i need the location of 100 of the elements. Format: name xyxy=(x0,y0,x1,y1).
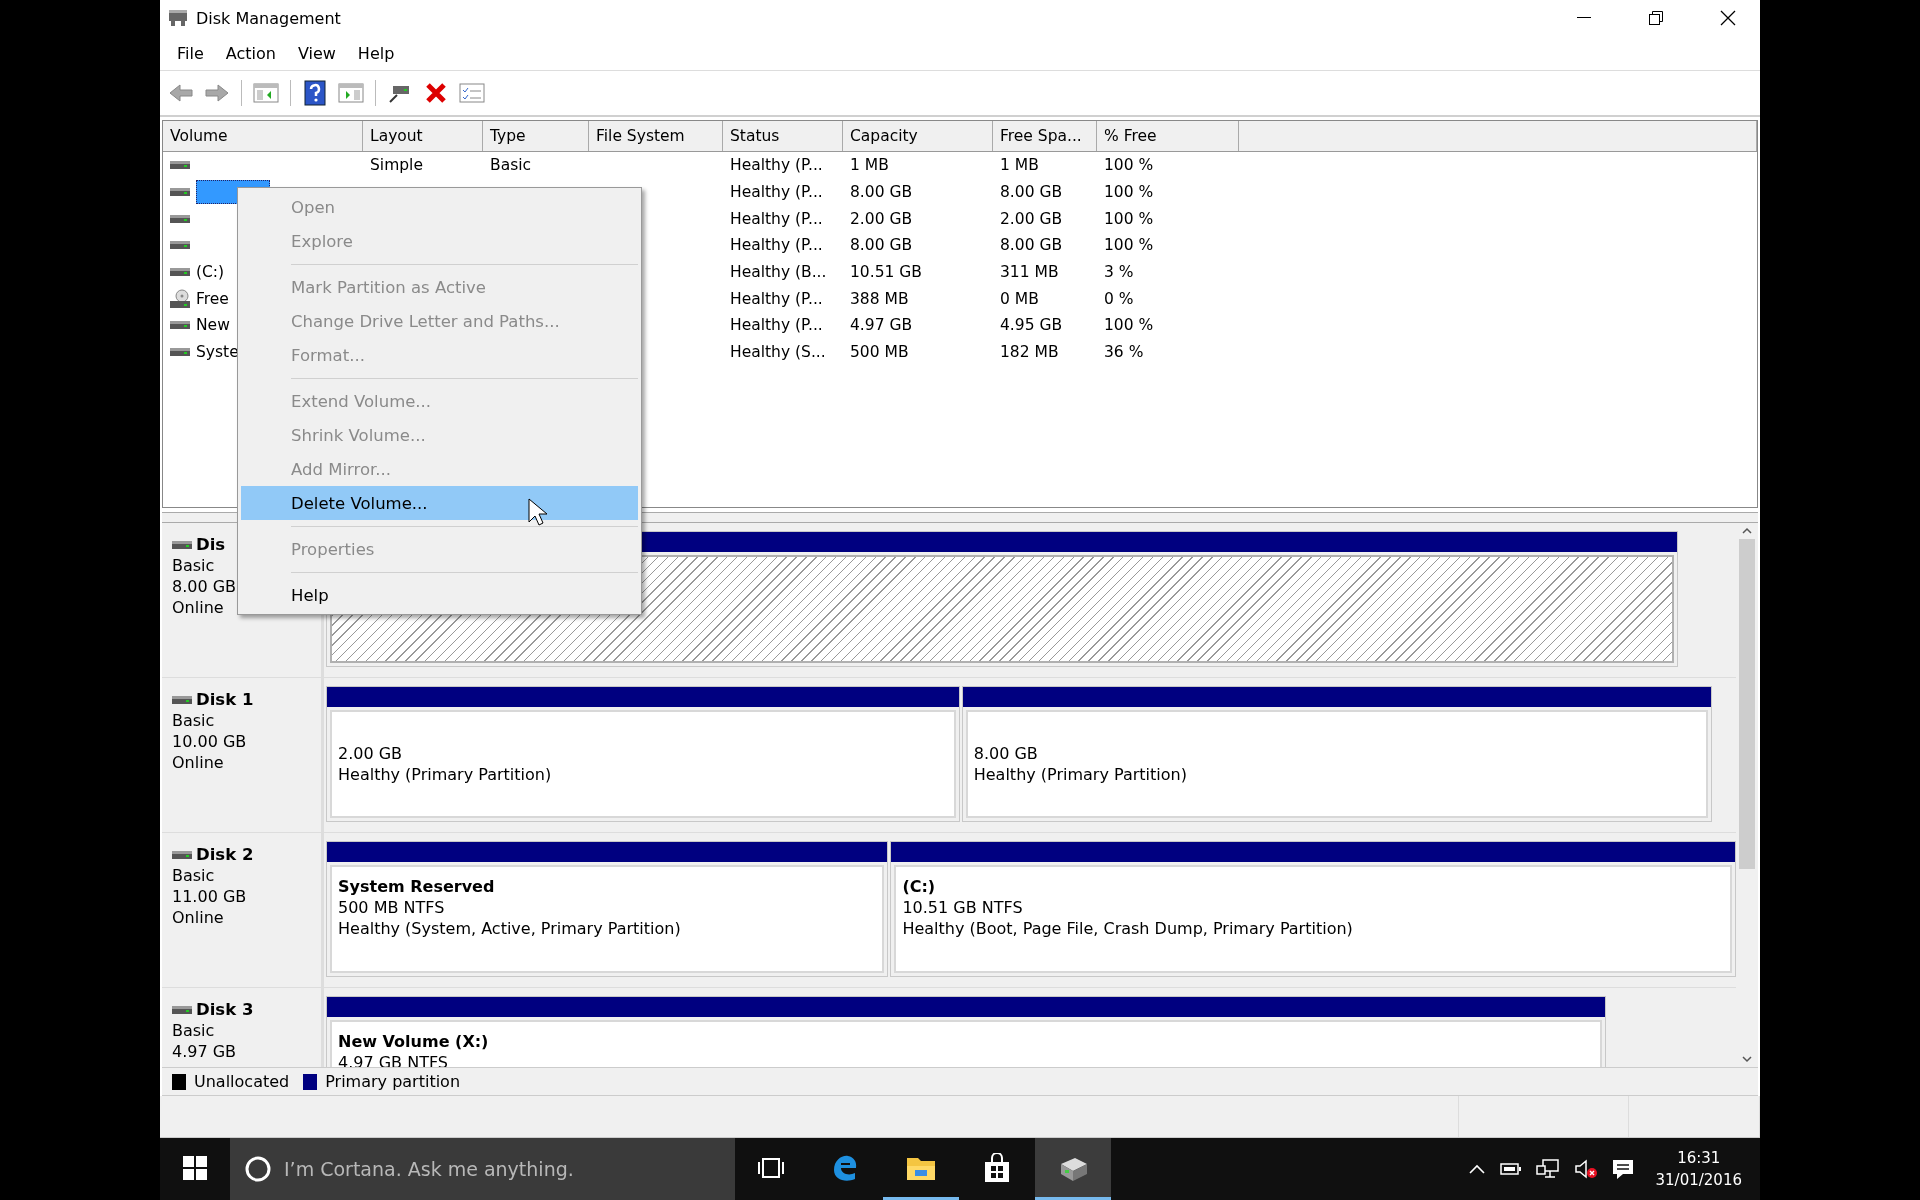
partition-size: 10.51 GB NTFS xyxy=(902,898,1024,917)
table-cell: Healthy (P... xyxy=(730,316,823,335)
table-cell: 100 % xyxy=(1104,183,1154,202)
menu-item[interactable]: View xyxy=(286,43,347,63)
search-field[interactable]: I’m Cortana. Ask me anything. xyxy=(230,1138,735,1200)
disk-status: Online xyxy=(172,598,224,617)
column-header[interactable]: Layout xyxy=(363,121,483,151)
drive-icon xyxy=(170,160,190,171)
console-tree-icon[interactable] xyxy=(253,82,279,104)
shopping-bag-icon[interactable] xyxy=(983,1152,1011,1183)
table-cell: 500 MB xyxy=(850,343,909,362)
menu-item[interactable]: Help xyxy=(238,578,641,612)
delete-icon[interactable] xyxy=(425,82,447,104)
chevron-up-icon[interactable] xyxy=(1467,1163,1486,1175)
table-cell: Basic xyxy=(490,156,532,175)
disk-size: 10.00 GB xyxy=(172,732,247,751)
partition-status: Healthy (Primary Partition) xyxy=(338,765,553,784)
table-cell: Healthy (B... xyxy=(730,263,827,282)
table-cell: Healthy (P... xyxy=(730,183,823,202)
task-view-icon[interactable] xyxy=(758,1156,784,1179)
table-cell: 3 % xyxy=(1104,263,1134,282)
partition[interactable]: 8.00 GB Healthy (Primary Partition) xyxy=(961,686,1712,822)
window-title: Disk Management xyxy=(196,8,342,28)
table-cell: 8.00 GB xyxy=(1000,236,1063,255)
column-header[interactable]: Free Spa... xyxy=(993,121,1097,151)
partition-label: (C:) xyxy=(902,877,937,896)
help-icon[interactable] xyxy=(304,80,326,106)
partition-status: Healthy (Boot, Page File, Crash Dump, Primary Partition) xyxy=(902,919,1354,938)
table-cell: Healthy (P... xyxy=(730,289,823,308)
partition[interactable]: 2.00 GB Healthy (Primary Partition) xyxy=(326,686,960,822)
table-cell: 100 % xyxy=(1104,209,1154,228)
disk-status: Online xyxy=(172,908,224,927)
menu-item[interactable]: Help xyxy=(346,43,406,63)
minimize-icon xyxy=(1577,17,1591,19)
drive-icon xyxy=(172,694,192,705)
table-cell: 4.95 GB xyxy=(1000,316,1063,335)
table-cell: Healthy (S... xyxy=(730,343,826,362)
menu-item[interactable]: File xyxy=(166,43,215,63)
table-cell: 4.97 GB xyxy=(850,316,913,335)
table-cell: Healthy (P... xyxy=(730,209,823,228)
partition[interactable]: System Reserved 500 MB NTFS Healthy (System, Active, Primary Partition) xyxy=(326,841,889,977)
close-icon xyxy=(1720,10,1736,26)
column-header[interactable]: Capacity xyxy=(843,121,993,151)
disk-size: 4.97 GB xyxy=(172,1042,237,1061)
menu-item[interactable]: Action xyxy=(214,43,287,63)
properties-icon[interactable] xyxy=(459,82,485,104)
disk-name: Disk 1 xyxy=(196,690,254,709)
table-cell: 8.00 GB xyxy=(850,236,913,255)
disk-type: Basic xyxy=(172,556,215,575)
table-cell: 1 MB xyxy=(850,156,889,175)
column-header[interactable]: Status xyxy=(723,121,843,151)
table-cell: 8.00 GB xyxy=(1000,183,1063,202)
table-cell: 100 % xyxy=(1104,316,1154,335)
table-cell: 100 % xyxy=(1104,156,1154,175)
drive-icon xyxy=(172,849,192,860)
table-cell: New xyxy=(196,316,230,335)
column-header[interactable]: File System xyxy=(589,121,723,151)
clock[interactable]: 16:31 31/01/2016 xyxy=(1647,1149,1750,1189)
column-header[interactable]: Type xyxy=(483,121,589,151)
table-cell: 8.00 GB xyxy=(850,183,913,202)
network-icon[interactable] xyxy=(1535,1158,1560,1180)
table-cell: 2.00 GB xyxy=(850,209,913,228)
action-pane-icon[interactable] xyxy=(338,82,364,104)
drive-icon xyxy=(170,320,190,331)
drive-icon xyxy=(170,187,190,198)
table-cell: 1 MB xyxy=(1000,156,1039,175)
table-cell: Syste xyxy=(196,343,239,362)
table-cell: 0 % xyxy=(1104,289,1134,308)
menu-item[interactable]: Delete Volume... xyxy=(241,486,638,520)
cortana-icon xyxy=(244,1155,272,1183)
table-cell: 10.51 GB xyxy=(850,263,922,282)
disk-type: Basic xyxy=(172,1021,215,1040)
column-header[interactable]: Volume xyxy=(163,121,363,151)
table-cell: (C:) xyxy=(196,263,225,282)
cd-drive-icon xyxy=(170,288,190,309)
notification-icon[interactable] xyxy=(1611,1158,1634,1180)
legend-label: Primary partition xyxy=(325,1072,461,1091)
muted-speaker-icon[interactable] xyxy=(1573,1158,1598,1180)
disk-status: Online xyxy=(172,753,224,772)
table-cell: 100 % xyxy=(1104,236,1154,255)
disk-name: Dis xyxy=(196,535,226,554)
table-cell: 388 MB xyxy=(850,289,909,308)
disk-size: 11.00 GB xyxy=(172,887,247,906)
disk-type: Basic xyxy=(172,711,215,730)
partition-label: System Reserved xyxy=(338,877,496,896)
drive-icon xyxy=(170,347,190,358)
partition-size: 2.00 GB xyxy=(338,744,404,763)
scrollbar-thumb[interactable] xyxy=(1739,539,1755,869)
disk-size: 8.00 GB xyxy=(172,577,237,596)
table-cell: 2.00 GB xyxy=(1000,209,1063,228)
drive-icon xyxy=(170,213,190,224)
partition[interactable]: (C:) 10.51 GB NTFS Healthy (Boot, Page File, Crash Dump, Primary Partition) xyxy=(890,841,1736,977)
drive-icon xyxy=(170,240,190,251)
table-cell: Healthy (P... xyxy=(730,156,823,175)
disk-name: Disk 3 xyxy=(196,1000,254,1019)
disk-management-icon xyxy=(168,8,188,28)
column-header[interactable]: % Free xyxy=(1097,121,1239,151)
table-cell: Healthy (P... xyxy=(730,236,823,255)
table-cell: 36 % xyxy=(1104,343,1144,362)
battery-icon[interactable] xyxy=(1499,1162,1522,1176)
